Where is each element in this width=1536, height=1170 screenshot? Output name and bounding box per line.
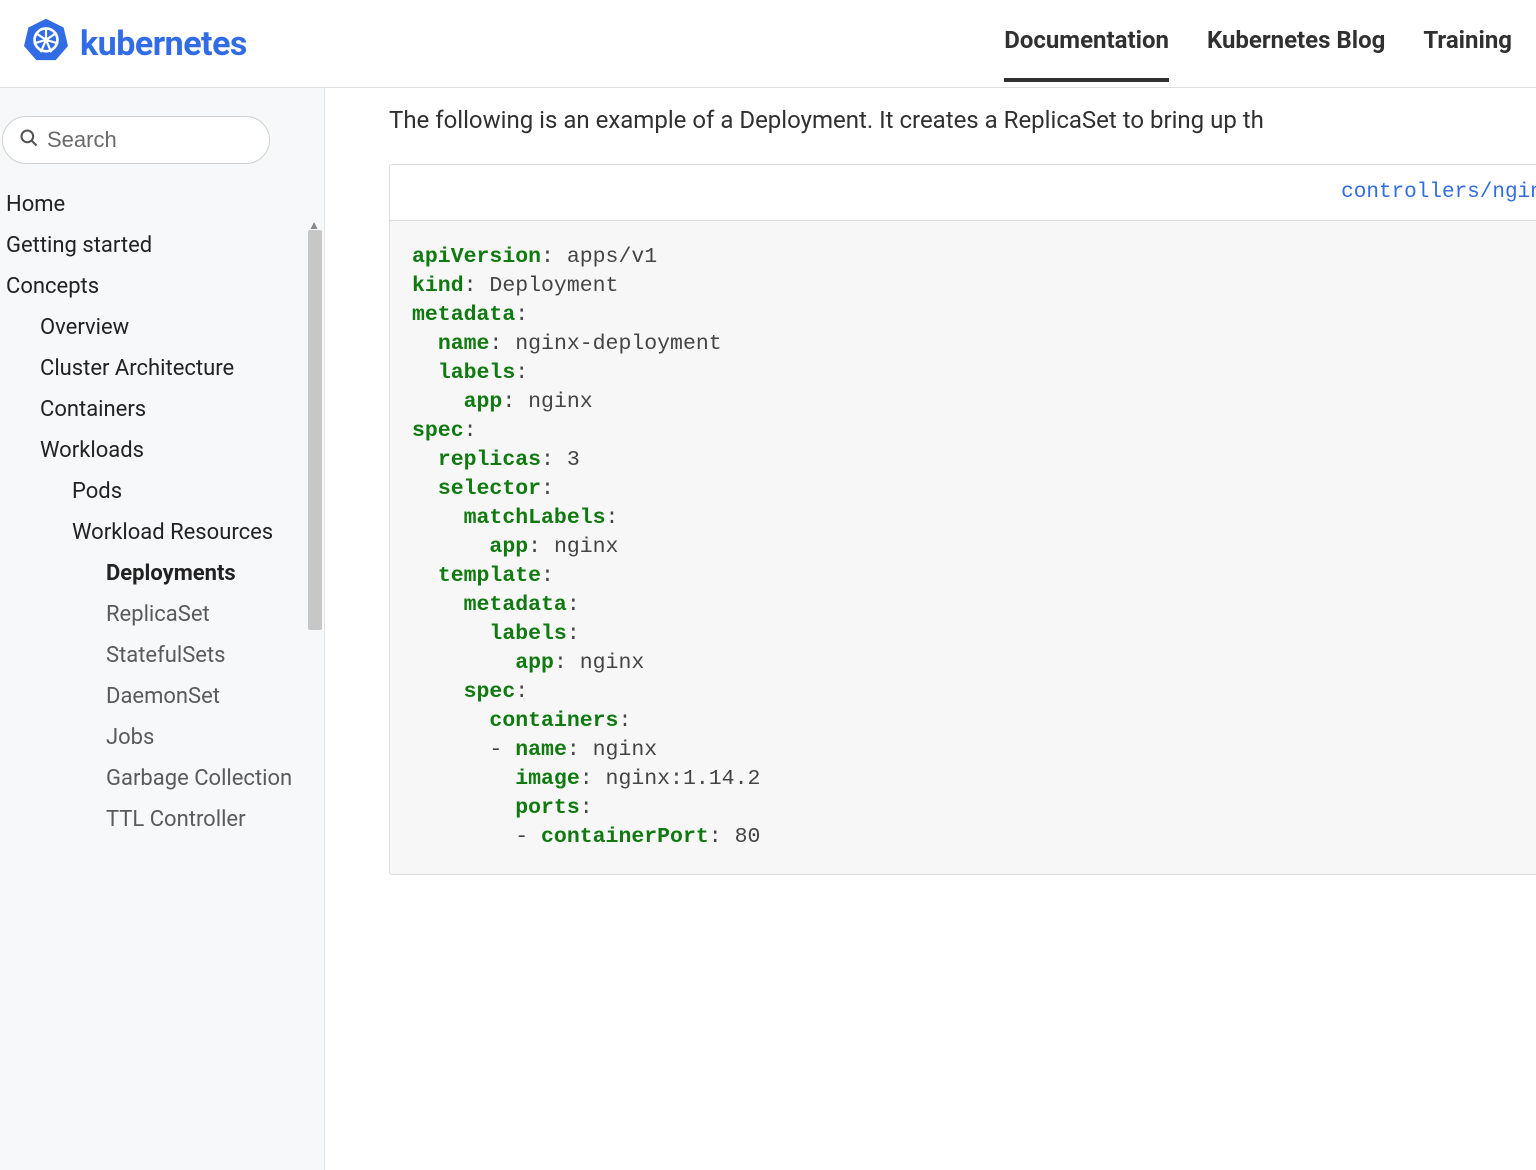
nav-training[interactable]: Training: [1423, 26, 1512, 78]
yaml-metadata-name: nginx-deployment: [515, 332, 721, 356]
sidebar-item-statefulsets[interactable]: StatefulSets: [0, 635, 316, 676]
sidebar-item-containers[interactable]: Containers: [0, 389, 316, 430]
search-box[interactable]: [2, 116, 270, 164]
kubernetes-logo[interactable]: kubernetes: [24, 17, 247, 70]
sidebar-scrollbar[interactable]: ▲: [304, 230, 324, 990]
sidebar-item-replicaset[interactable]: ReplicaSet: [0, 594, 316, 635]
sidebar-item-daemonset[interactable]: DaemonSet: [0, 676, 316, 717]
sidebar-item-deployments[interactable]: Deployments: [0, 553, 316, 594]
brand-text: kubernetes: [80, 24, 247, 64]
code-file-link[interactable]: controllers/nginx-: [1341, 181, 1536, 204]
yaml-spec-replicas: 3: [567, 448, 580, 472]
top-nav: Documentation Kubernetes Blog Training: [1004, 0, 1512, 87]
sidebar-item-cluster-architecture[interactable]: Cluster Architecture: [0, 348, 316, 389]
sidebar: ▲ Home Getting started Concepts Overview…: [0, 88, 325, 1170]
yaml-metadata-labels-app: nginx: [528, 390, 593, 414]
sidebar-item-ttl-controller[interactable]: TTL Controller: [0, 799, 316, 840]
code-example-header: controllers/nginx-: [390, 165, 1536, 221]
yaml-template-labels-app: nginx: [580, 651, 645, 675]
nav-documentation[interactable]: Documentation: [1004, 26, 1169, 82]
yaml-container-name: nginx: [593, 738, 658, 762]
code-example-card: controllers/nginx- apiVersion: apps/v1 k…: [389, 164, 1536, 875]
sidebar-item-overview[interactable]: Overview: [0, 307, 316, 348]
yaml-code-block: apiVersion: apps/v1 kind: Deployment met…: [390, 221, 1536, 874]
sidebar-item-getting-started[interactable]: Getting started: [0, 225, 316, 266]
sidebar-item-concepts[interactable]: Concepts: [0, 266, 316, 307]
sidebar-item-workloads[interactable]: Workloads: [0, 430, 316, 471]
yaml-kind: Deployment: [489, 274, 618, 298]
sidebar-item-home[interactable]: Home: [0, 184, 316, 225]
yaml-selector-app: nginx: [554, 535, 619, 559]
search-input[interactable]: [47, 127, 253, 153]
kubernetes-wheel-icon: [24, 17, 68, 70]
search-icon: [19, 128, 39, 152]
intro-paragraph: The following is an example of a Deploym…: [389, 106, 1536, 134]
sidebar-item-garbage-collection[interactable]: Garbage Collection: [0, 758, 316, 799]
nav-blog[interactable]: Kubernetes Blog: [1207, 26, 1385, 78]
sidebar-item-workload-resources[interactable]: Workload Resources: [0, 512, 316, 553]
main-content: The following is an example of a Deploym…: [325, 88, 1536, 1170]
sidebar-nav: Home Getting started Concepts Overview C…: [0, 184, 324, 840]
yaml-container-image: nginx:1.14.2: [606, 767, 761, 791]
sidebar-scrollbar-thumb[interactable]: [308, 230, 322, 630]
top-header: kubernetes Documentation Kubernetes Blog…: [0, 0, 1536, 88]
sidebar-item-pods[interactable]: Pods: [0, 471, 316, 512]
yaml-apiVersion: apps/v1: [567, 245, 657, 269]
sidebar-item-jobs[interactable]: Jobs: [0, 717, 316, 758]
yaml-container-port: 80: [735, 825, 761, 849]
